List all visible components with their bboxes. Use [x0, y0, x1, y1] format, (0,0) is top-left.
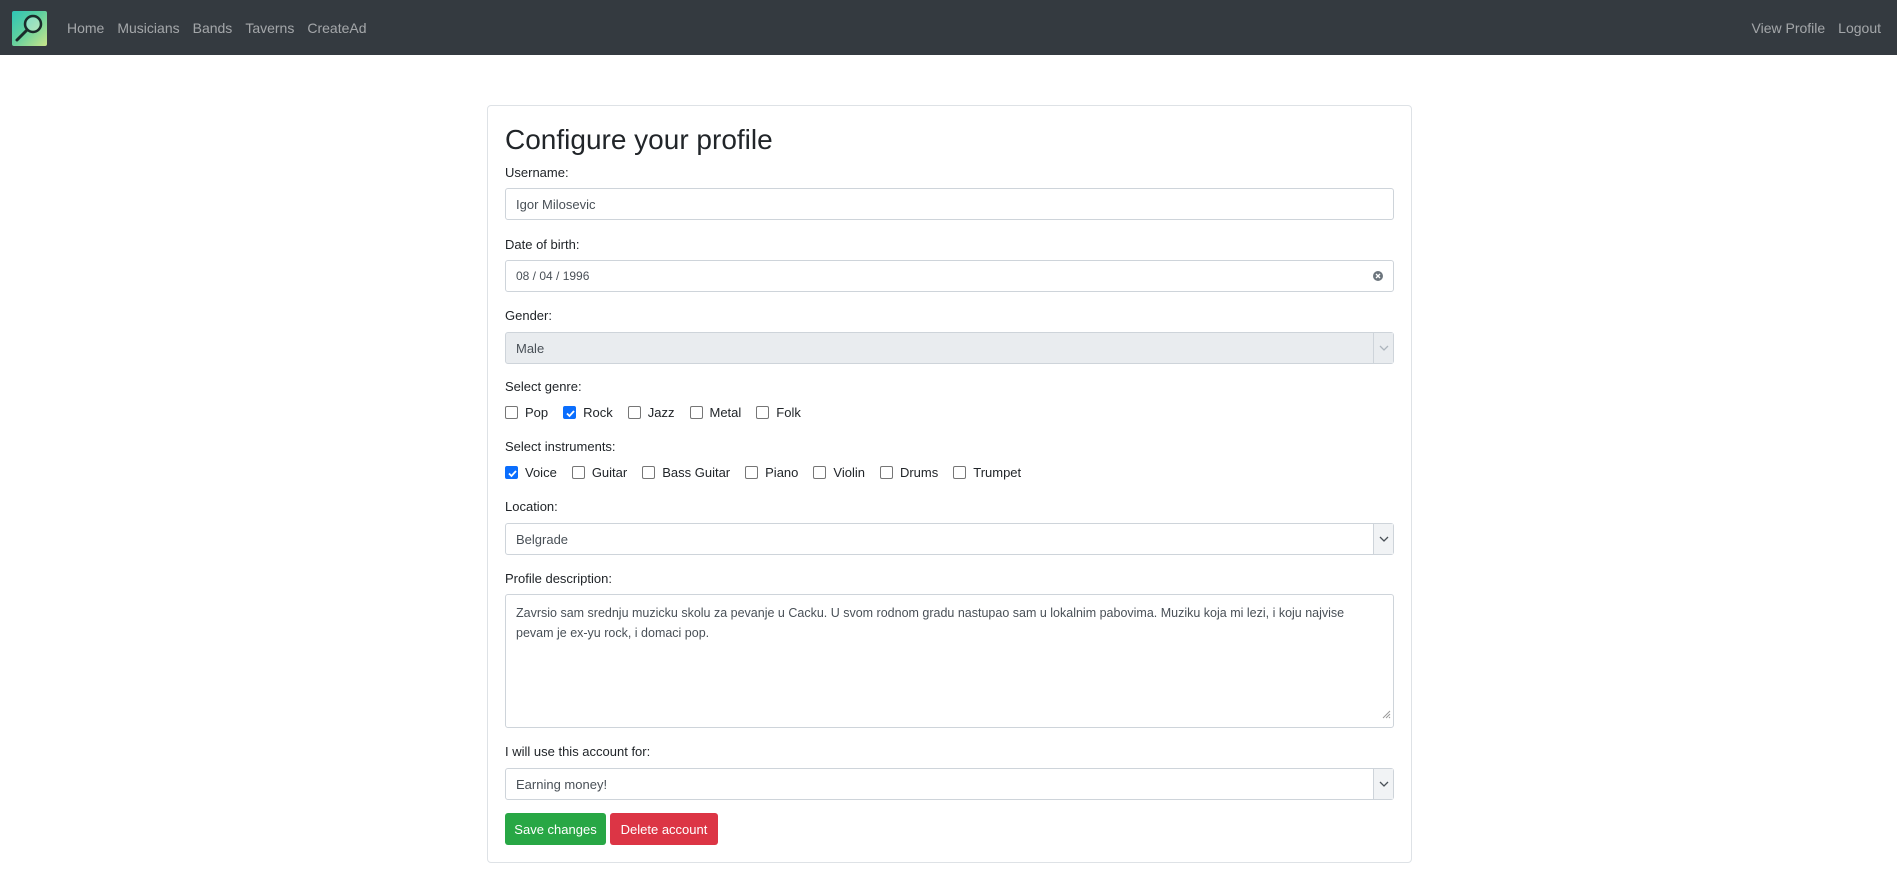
genre-label: Select genre: — [505, 379, 582, 394]
delete-account-button[interactable]: Delete account — [610, 813, 718, 845]
dob-value: 08 / 04 / 1996 — [516, 269, 590, 283]
instrument-piano-label: Piano — [765, 464, 799, 480]
instruments-checkbox-group: Voice Guitar Bass Guitar Piano Violin Dr… — [505, 463, 1036, 481]
location-select[interactable]: Belgrade — [505, 523, 1394, 555]
nav-left: Home Musicians Bands Taverns CreateAd — [67, 0, 380, 55]
checkbox-box[interactable] — [627, 405, 641, 419]
nav-musicians-link[interactable]: Musicians — [117, 20, 179, 36]
checkbox-box[interactable] — [689, 405, 703, 419]
profile-card: Configure your profile Username: Igor Mi… — [487, 105, 1412, 863]
instrument-violin-label: Violin — [833, 464, 865, 480]
genre-jazz-checkbox[interactable]: Jazz — [627, 404, 675, 420]
nav-view-profile-link[interactable]: View Profile — [1752, 20, 1826, 36]
description-label: Profile description: — [505, 571, 612, 586]
username-label: Username: — [505, 165, 569, 180]
genre-metal-label: Metal — [709, 404, 742, 420]
chevron-down-icon — [1373, 333, 1393, 363]
location-label: Location: — [505, 499, 558, 514]
nav-right: View Profile Logout — [1739, 0, 1882, 55]
gender-value: Male — [516, 340, 545, 356]
checkbox-box[interactable] — [571, 465, 585, 479]
genre-folk-label: Folk — [776, 404, 801, 420]
instrument-drums-checkbox[interactable]: Drums — [879, 464, 939, 480]
checkbox-box[interactable] — [953, 465, 967, 479]
logo-icon[interactable] — [12, 11, 47, 46]
genre-rock-label: Rock — [583, 404, 613, 420]
checkbox-box[interactable] — [505, 405, 518, 419]
navbar: Home Musicians Bands Taverns CreateAd Vi… — [0, 0, 1897, 55]
instrument-bass-guitar-checkbox[interactable]: Bass Guitar — [642, 465, 730, 480]
dob-input[interactable]: 08 / 04 / 1996 — [505, 260, 1394, 292]
genre-metal-checkbox[interactable]: Metal — [689, 404, 742, 420]
instrument-bass-guitar-label: Bass Guitar — [662, 464, 731, 480]
checkbox-box-checked[interactable] — [563, 405, 577, 419]
usage-value: Earning money! — [516, 776, 608, 792]
instrument-guitar-label: Guitar — [591, 464, 628, 480]
genre-pop-label: Pop — [525, 404, 549, 420]
resize-grip-icon[interactable] — [1382, 705, 1391, 725]
instrument-guitar-checkbox[interactable]: Guitar — [571, 464, 628, 480]
genre-jazz-label: Jazz — [647, 404, 675, 420]
genre-pop-checkbox[interactable]: Pop — [505, 405, 548, 420]
nav-createad-link[interactable]: CreateAd — [307, 20, 366, 36]
checkbox-box[interactable] — [813, 465, 827, 479]
checkbox-box[interactable] — [642, 465, 656, 479]
page-title: Configure your profile — [505, 124, 773, 155]
nav-home-link[interactable]: Home — [67, 20, 104, 36]
genre-rock-checkbox[interactable]: Rock — [563, 405, 613, 420]
description-value: Zavrsio sam srednju muzicku skolu za pev… — [516, 606, 1345, 640]
chevron-down-icon — [1373, 769, 1393, 799]
username-input[interactable]: Igor Milosevic — [505, 188, 1394, 220]
instrument-drums-label: Drums — [899, 464, 939, 480]
instrument-violin-checkbox[interactable]: Violin — [813, 465, 865, 480]
gender-label: Gender: — [505, 308, 552, 323]
save-changes-button[interactable]: Save changes — [505, 813, 606, 845]
usage-label: I will use this account for: — [505, 744, 651, 759]
gender-select[interactable]: Male — [505, 332, 1394, 364]
instrument-piano-checkbox[interactable]: Piano — [745, 465, 798, 480]
nav-taverns-link[interactable]: Taverns — [245, 20, 294, 36]
clear-circle-icon[interactable] — [1372, 270, 1384, 282]
checkbox-box[interactable] — [745, 465, 759, 479]
dob-label: Date of birth: — [505, 237, 580, 252]
instrument-voice-label: Voice — [525, 464, 557, 480]
nav-bands-link[interactable]: Bands — [193, 20, 233, 36]
location-value: Belgrade — [516, 531, 569, 547]
description-textarea[interactable]: Zavrsio sam srednju muzicku skolu za pev… — [505, 594, 1394, 728]
genre-checkbox-group: Pop Rock Jazz Metal Folk — [505, 403, 816, 421]
nav-logout-link[interactable]: Logout — [1838, 20, 1881, 36]
instruments-label: Select instruments: — [505, 439, 616, 454]
genre-folk-checkbox[interactable]: Folk — [756, 405, 801, 420]
usage-select[interactable]: Earning money! — [505, 768, 1394, 800]
username-value: Igor Milosevic — [516, 196, 596, 212]
checkbox-box[interactable] — [879, 465, 893, 479]
chevron-down-icon — [1373, 524, 1393, 554]
checkbox-box[interactable] — [756, 405, 770, 419]
instrument-trumpet-label: Trumpet — [973, 464, 1022, 480]
instrument-voice-checkbox[interactable]: Voice — [505, 465, 557, 480]
instrument-trumpet-checkbox[interactable]: Trumpet — [953, 465, 1021, 480]
checkbox-box-checked[interactable] — [505, 465, 518, 479]
